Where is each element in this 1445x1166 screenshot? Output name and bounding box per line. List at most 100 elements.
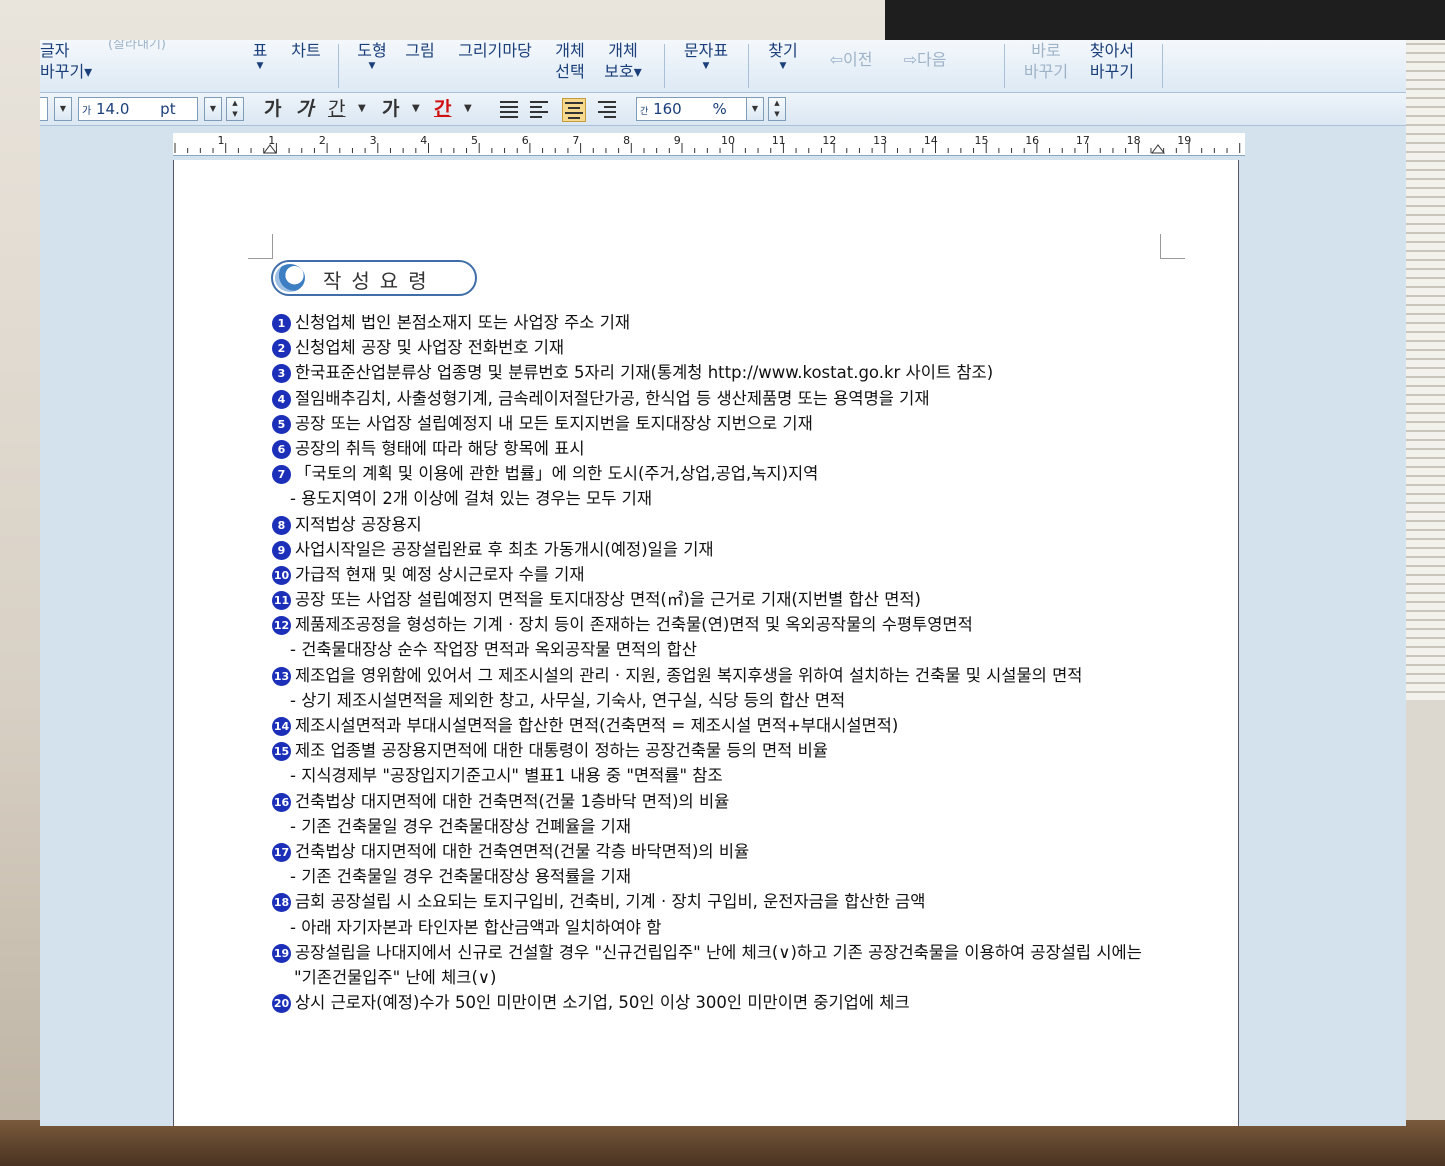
item-text: 공장 또는 사업장 설립예정지 면적을 토지대장상 면적(㎡)을 근거로 기재(… xyxy=(295,590,921,610)
item-text: 공장의 취득 형태에 따라 해당 항목에 표시 xyxy=(295,438,585,458)
font-color-dropdown[interactable]: ▼ xyxy=(464,96,472,122)
font-size-dropdown[interactable]: ▼ xyxy=(204,97,222,121)
next-label-wrap: ⇨다음 xyxy=(890,40,960,80)
item-number-badge: 1 xyxy=(272,314,291,333)
align-right-icon[interactable] xyxy=(596,98,618,120)
justify-icon[interactable] xyxy=(498,98,520,120)
list-item: 20 상시 근로자(예정)수가 50인 미만이면 소기업, 50인 이상 300인… xyxy=(272,990,1222,1015)
list-sub-item: - 건축물대장상 순수 작업장 면적과 옥외공작물 면적의 합산 xyxy=(290,640,697,660)
item-number-badge: 3 xyxy=(272,364,291,384)
right-indent-marker[interactable] xyxy=(1151,144,1165,154)
item-text: 한국표준산업분류상 업종명 및 분류번호 5자리 기재(통계청 http://w… xyxy=(295,363,994,383)
replace-button[interactable]: 바로 바꾸기 xyxy=(1016,40,1076,92)
superscript-button[interactable]: 가 xyxy=(382,96,399,122)
ruler-label: 9 xyxy=(674,134,681,147)
crop-mark-top-left xyxy=(248,234,273,259)
list-item: 17 건축법상 대지면적에 대한 건축연면적(건물 각층 바닥면적)의 비율 xyxy=(272,839,1222,864)
font-name-field[interactable] xyxy=(40,97,48,121)
instruction-list: 1 신청업체 법인 본점소재지 또는 사업장 주소 기재 2 신청업체 공장 및 사업… xyxy=(272,310,1222,1015)
find-button[interactable]: 찾기 ▼ xyxy=(762,40,804,92)
change-char-button[interactable]: 글자 바꾸기▾ xyxy=(40,40,100,92)
font-size-unit: pt xyxy=(160,100,176,118)
prev-button[interactable]: ⇦이전 xyxy=(818,40,884,92)
list-item-continuation: "기존건물입주" 난에 체크(∨) xyxy=(294,967,497,987)
list-item: 16 건축법상 대지면적에 대한 건축면적(건물 1층바닥 면적)의 비율 xyxy=(272,789,1222,814)
ruler-label: 4 xyxy=(420,134,427,147)
object-protect-label-2: 보호▾ xyxy=(604,62,642,81)
list-item: 12 제품제조공정을 형성하는 기계 · 장치 등이 존재하는 건축물(연)면적 … xyxy=(272,612,1222,637)
ruler-label: 13 xyxy=(873,134,887,147)
drawing-market-label: 그리기마당 xyxy=(458,41,532,60)
picture-label: 그림 xyxy=(405,41,435,60)
font-size-spinner[interactable]: ▲ ▼ xyxy=(226,97,244,121)
picture-button[interactable]: 그림 xyxy=(400,40,440,92)
ruler-label: 5 xyxy=(471,134,478,147)
line-spacing-dropdown[interactable]: ▼ xyxy=(746,97,764,121)
toolbar-separator xyxy=(664,44,665,88)
item-number-badge: 18 xyxy=(272,893,291,913)
item-number-badge: 8 xyxy=(272,515,291,535)
line-spacing-unit: % xyxy=(712,100,727,118)
item-text: 금회 공장설립 시 소요되는 토지구입비, 건축비, 기계 · 장치 구입비, … xyxy=(295,892,926,912)
find-replace-button[interactable]: 찾아서 바꾸기 xyxy=(1082,40,1142,92)
char-map-label: 문자표 xyxy=(683,41,729,60)
char-map-button[interactable]: 문자표 ▼ xyxy=(676,40,736,92)
shapes-label: 도형 xyxy=(357,41,387,60)
ruler-label: 6 xyxy=(522,134,529,147)
chevron-down-icon: ▼ xyxy=(256,61,264,71)
list-item: 19 공장설립을 나대지에서 신규로 건설할 경우 "신규건립입주" 난에 체크(… xyxy=(272,940,1222,965)
background-blinds-top xyxy=(885,0,1445,40)
table-button[interactable]: 표 ▼ xyxy=(248,40,272,92)
object-protect-button[interactable]: 개체 보호▾ xyxy=(598,40,648,92)
align-left-icon[interactable] xyxy=(528,98,550,120)
item-number-badge: 13 xyxy=(272,666,291,686)
item-text: 공장설립을 나대지에서 신규로 건설할 경우 "신규건립입주" 난에 체크(∨)… xyxy=(295,942,1142,962)
next-button[interactable]: ⇨다음 xyxy=(890,40,960,92)
bold-button[interactable]: 가 xyxy=(264,96,281,122)
line-spacing-spinner[interactable]: ▲ ▼ xyxy=(768,97,786,121)
superscript-dropdown[interactable]: ▼ xyxy=(412,96,420,122)
underline-dropdown[interactable]: ▼ xyxy=(358,96,366,122)
item-text: 제품제조공정을 형성하는 기계 · 장치 등이 존재하는 건축물(연)면적 및 … xyxy=(295,615,973,635)
drawing-market-button[interactable]: 그리기마당 xyxy=(448,40,542,92)
item-text: 제조시설면적과 부대시설면적을 합산한 면적(건축면적 = 제조시설 면적+부대… xyxy=(295,716,899,735)
chevron-down-icon: ▼ xyxy=(702,61,710,71)
format-toolbar: ▼ 가 14.0 pt ▼ ▲ ▼ 가 가 간 ▼ 가 ▼ 간 ▼ 간 160 %… xyxy=(40,93,1406,126)
item-number-badge: 4 xyxy=(272,389,291,409)
line-spacing-field[interactable]: 간 160 % xyxy=(636,97,750,121)
horizontal-ruler[interactable]: 1 1 2 3 4 5 6 7 8 9 10 11 12 13 14 15 16 17 18 19 xyxy=(173,133,1245,156)
document-page[interactable]: 작성요령 1 신청업체 법인 본점소재지 또는 사업장 주소 기재 2 신청업체 공장… xyxy=(173,160,1239,1126)
underline-button[interactable]: 간 xyxy=(328,96,345,122)
align-center-icon[interactable] xyxy=(562,98,586,122)
ruler-label: 15 xyxy=(975,134,989,147)
item-text: 제조 업종별 공장용지면적에 대한 대통령이 정하는 공장건축물 등의 면적 비… xyxy=(295,741,828,761)
object-select-label-1: 개체 xyxy=(555,41,585,60)
toolbar-separator xyxy=(1162,44,1163,88)
list-item: 3 한국표준산업분류상 업종명 및 분류번호 5자리 기재(통계청 http://… xyxy=(272,360,1222,385)
table-label: 표 xyxy=(252,41,268,60)
ruler-label: 3 xyxy=(370,134,377,147)
list-item: 15 제조 업종별 공장용지면적에 대한 대통령이 정하는 공장건축물 등의 면적… xyxy=(272,738,1222,763)
item-text: 신청업체 법인 본점소재지 또는 사업장 주소 기재 xyxy=(295,313,631,332)
object-select-label-2: 선택 xyxy=(555,62,585,81)
section-heading: 작성요령 xyxy=(323,269,437,293)
list-item: 9 사업시작일은 공장설립완료 후 최초 가동개시(예정)일을 기재 xyxy=(272,537,1222,562)
font-size-field[interactable]: 가 14.0 pt xyxy=(78,97,198,121)
italic-button[interactable]: 가 xyxy=(296,96,313,122)
shapes-button[interactable]: 도형 ▼ xyxy=(350,40,394,92)
toolbar-separator xyxy=(338,44,339,88)
object-select-button[interactable]: 개체 선택 xyxy=(550,40,590,92)
font-name-dropdown[interactable]: ▼ xyxy=(54,97,72,121)
item-text: 절임배추김치, 사출성형기계, 금속레이저절단가공, 한식업 등 생산제품명 또… xyxy=(295,388,930,408)
chart-button[interactable]: 차트 xyxy=(286,40,326,92)
item-number-badge: 6 xyxy=(272,439,291,459)
item-number-badge: 15 xyxy=(272,742,291,762)
ruler-label: 17 xyxy=(1076,134,1090,147)
list-sub-item: - 기존 건축물일 경우 건축물대장상 용적률을 기재 xyxy=(290,867,632,887)
list-sub-item: - 상기 제조시설면적을 제외한 창고, 사무실, 기숙사, 연구실, 식당 등… xyxy=(290,690,846,710)
item-text: 지적법상 공장용지 xyxy=(295,514,422,534)
font-color-button[interactable]: 간 xyxy=(434,96,451,122)
list-item: 5 공장 또는 사업장 설립예정지 내 모든 토지지번을 토지대장상 지번으로 기… xyxy=(272,411,1222,436)
item-number-badge: 16 xyxy=(272,792,291,812)
cut-button[interactable]: (잘라내기) xyxy=(108,40,218,86)
